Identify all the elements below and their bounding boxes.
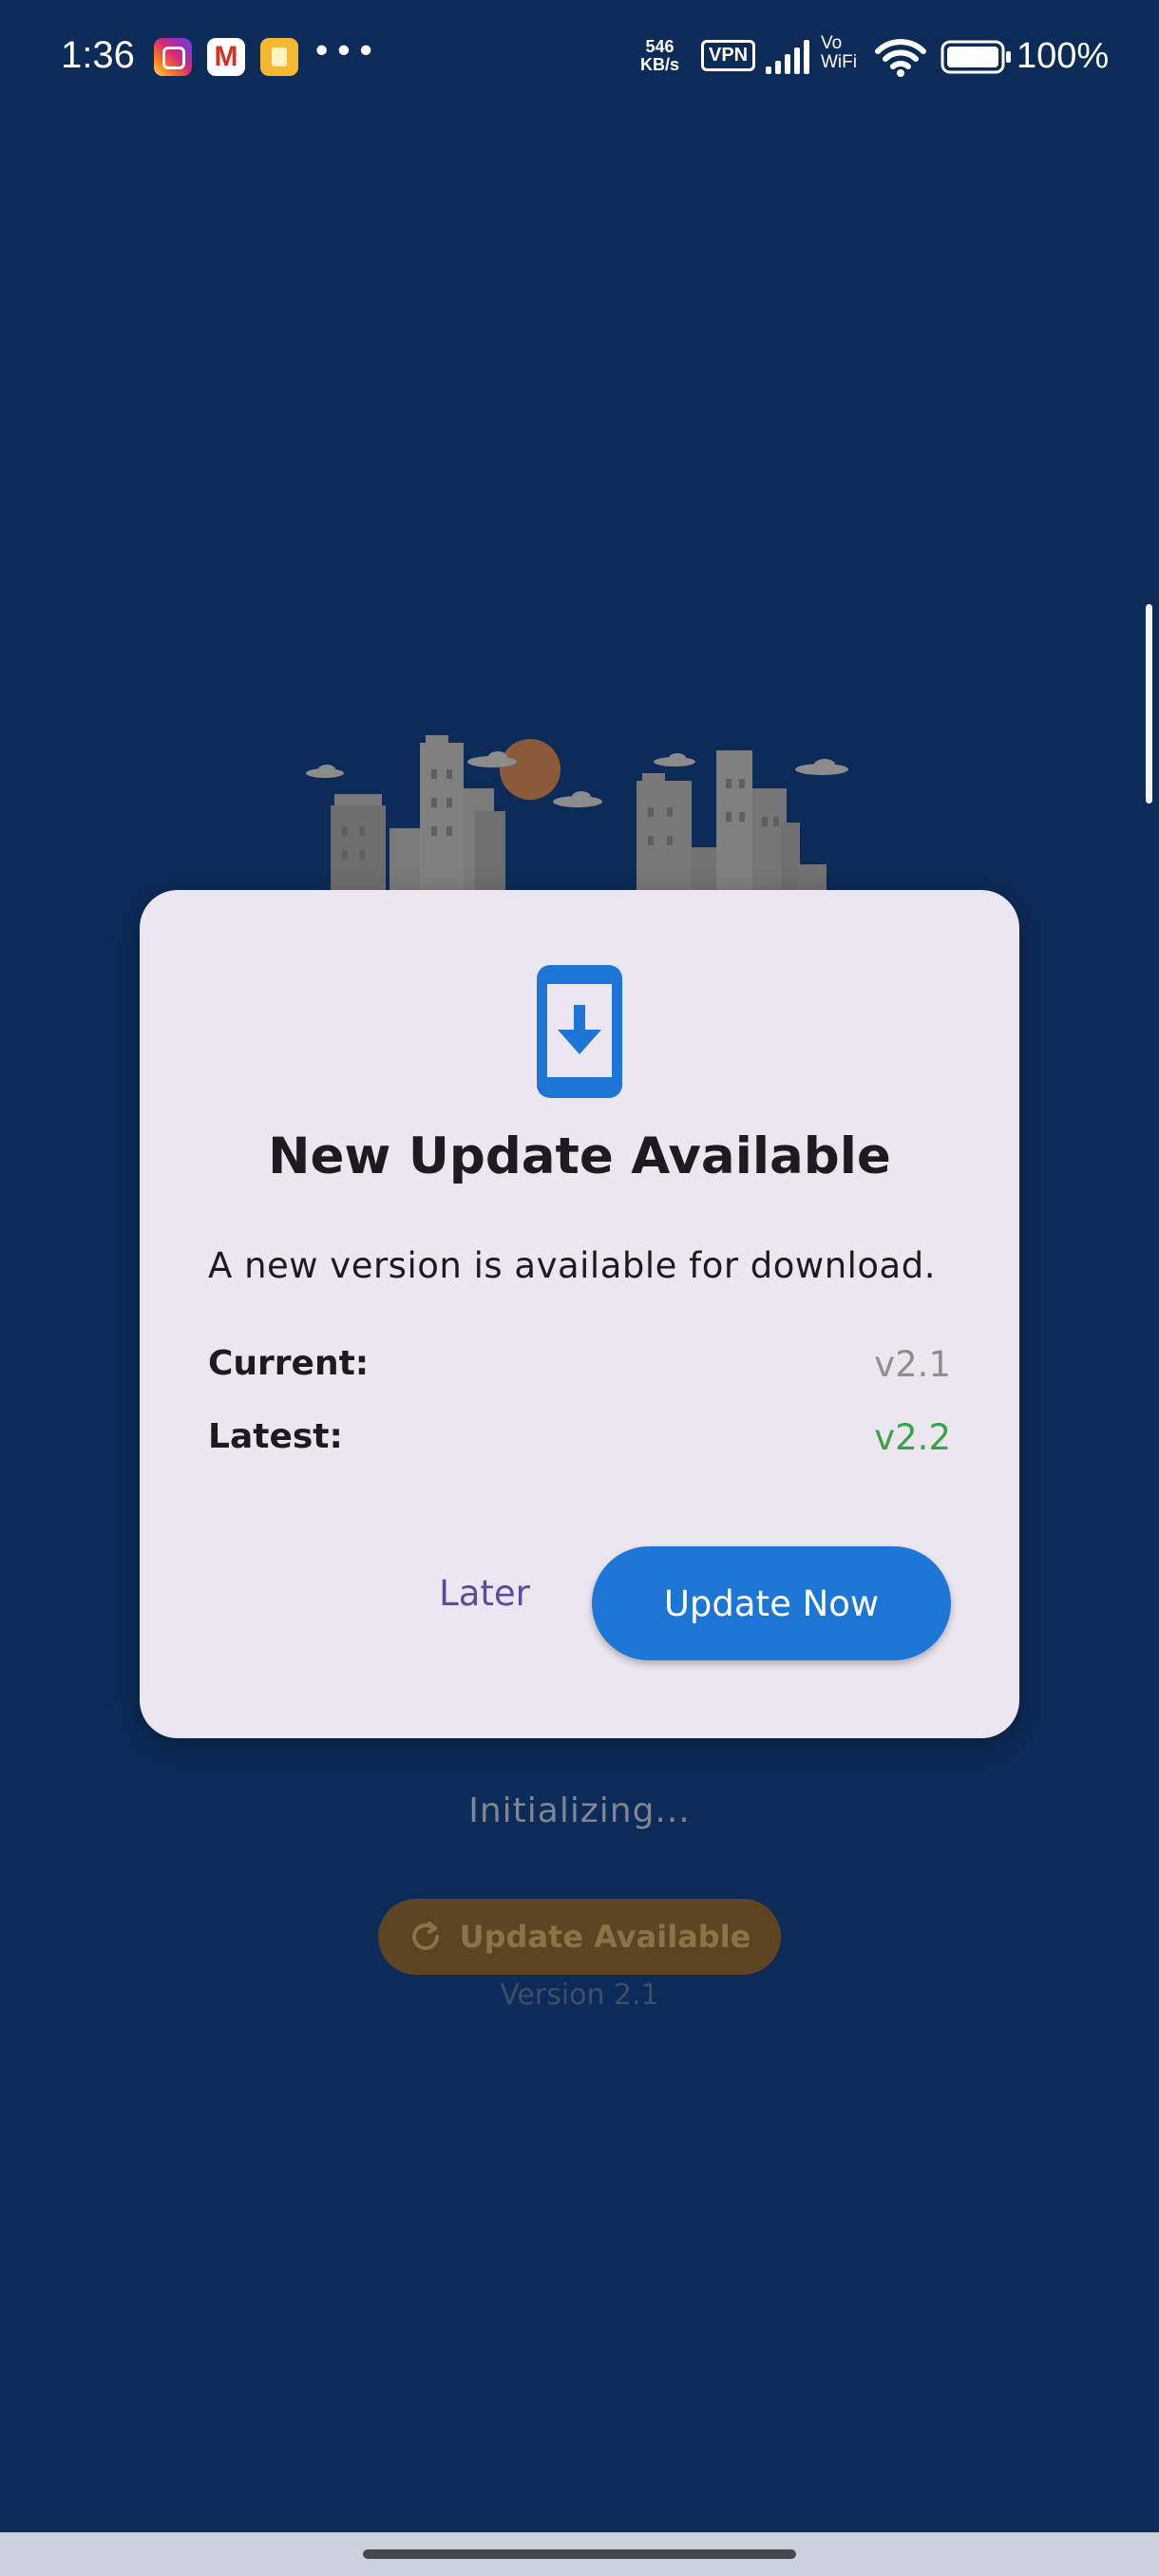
scrollbar[interactable] bbox=[1146, 604, 1152, 804]
update-available-label: Update Available bbox=[459, 1919, 751, 1955]
network-speed: 546 KB/s bbox=[640, 38, 679, 74]
vowifi-icon: Vo WiFi bbox=[821, 34, 857, 72]
network-speed-value: 546 bbox=[645, 37, 674, 56]
home-gesture-handle[interactable] bbox=[363, 2549, 796, 2559]
vowifi-bottom: WiFi bbox=[821, 52, 857, 72]
navigation-bar bbox=[0, 2532, 1159, 2576]
update-available-button[interactable]: Update Available bbox=[378, 1899, 781, 1975]
more-notifications-icon: ••• bbox=[312, 32, 378, 71]
gmail-notification-icon: M bbox=[207, 38, 245, 76]
refresh-icon bbox=[411, 1922, 439, 1950]
instagram-notification-icon bbox=[154, 38, 192, 76]
battery-icon bbox=[940, 40, 1011, 74]
update-now-button[interactable]: Update Now bbox=[592, 1546, 951, 1660]
latest-version-label: Latest: bbox=[208, 1417, 343, 1456]
wifi-icon bbox=[875, 39, 926, 77]
vpn-icon: VPN bbox=[701, 40, 756, 71]
status-time: 1:36 bbox=[61, 34, 135, 76]
initializing-status-text: Initializing... bbox=[468, 1791, 691, 1830]
phone-download-icon bbox=[537, 965, 622, 1098]
vowifi-top: Vo bbox=[821, 33, 843, 53]
notes-notification-icon bbox=[260, 38, 298, 76]
current-version-value: v2.1 bbox=[874, 1344, 951, 1385]
city-skyline-icon bbox=[306, 735, 848, 893]
dialog-title: New Update Available bbox=[268, 1127, 891, 1185]
current-version-label: Current: bbox=[208, 1344, 370, 1383]
signal-icon bbox=[766, 40, 809, 74]
later-button[interactable]: Later bbox=[406, 1545, 563, 1640]
battery-percentage: 100% bbox=[1016, 36, 1110, 76]
update-dialog: New Update Available A new version is av… bbox=[140, 890, 1019, 1738]
network-speed-unit: KB/s bbox=[640, 55, 680, 74]
version-text: Version 2.1 bbox=[500, 1979, 659, 2012]
status-bar: 1:36 M ••• 546 KB/s VPN Vo WiFi 100% bbox=[0, 0, 1159, 114]
latest-version-value: v2.2 bbox=[874, 1417, 951, 1458]
dialog-message: A new version is available for download. bbox=[208, 1245, 936, 1286]
